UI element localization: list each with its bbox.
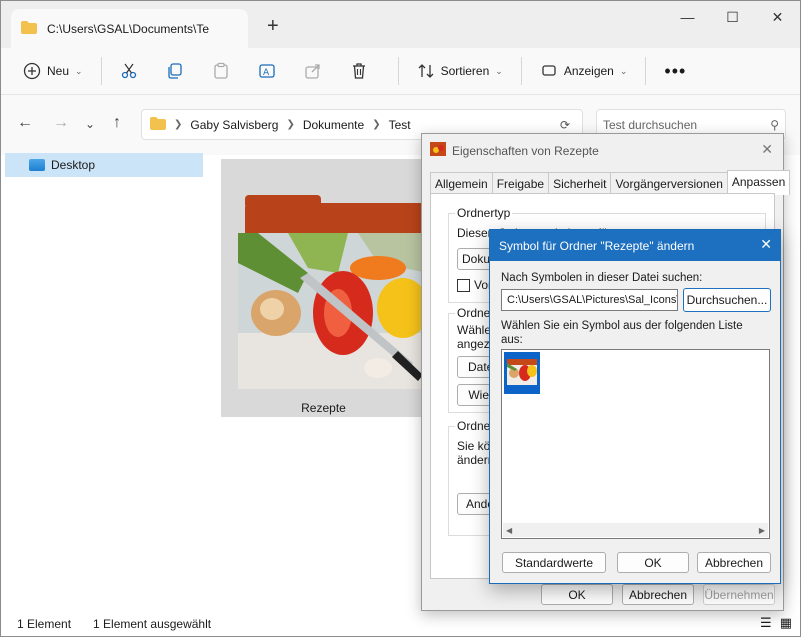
default-values-button[interactable]: Standardwerte <box>502 552 606 573</box>
breadcrumb-item[interactable]: Gaby Salvisberg <box>190 118 278 132</box>
forward-arrow-icon[interactable]: → <box>53 114 69 132</box>
view-icon <box>542 65 556 76</box>
button-label: OK <box>644 555 662 570</box>
button-label: OK <box>568 587 586 602</box>
close-icon[interactable]: ✕ <box>761 141 773 158</box>
breadcrumb-item[interactable]: Dokumente <box>303 118 364 132</box>
search-placeholder: Test durchsuchen <box>603 117 698 132</box>
cancel-button[interactable]: Abbrechen <box>697 552 771 573</box>
delete-icon[interactable] <box>342 54 376 88</box>
toolbar-divider <box>645 57 647 85</box>
button-label: Abbrechen <box>628 587 688 602</box>
breadcrumb-separator-icon: ❯ <box>174 119 183 130</box>
icon-file-path-input[interactable]: C:\Users\GSAL\Pictures\Sal_Icons\ <box>501 289 678 311</box>
folder-item[interactable]: Rezepte <box>221 159 428 417</box>
view-button[interactable]: Anzeigen ⌄ <box>532 54 636 88</box>
copy-icon[interactable] <box>158 54 192 88</box>
up-arrow-icon[interactable]: ↑ <box>113 114 121 132</box>
properties-title: Eigenschaften von Rezepte <box>452 143 599 158</box>
details-view-icon[interactable]: ☰ <box>760 615 772 631</box>
sort-label: Sortieren <box>440 64 490 78</box>
dialog-title: Symbol für Ordner "Rezepte" ändern <box>499 238 695 253</box>
folder-name-label: Rezepte <box>301 401 346 415</box>
item-count: 1 Element <box>17 617 72 631</box>
tiles-view-icon[interactable]: ▦ <box>780 615 792 631</box>
plus-circle-icon <box>23 62 41 80</box>
icon-list-label: Wählen Sie ein Symbol aus der folgenden … <box>501 320 743 332</box>
close-icon[interactable]: ✕ <box>760 236 772 253</box>
search-file-label: Nach Symbolen in dieser Datei suchen: <box>501 272 703 284</box>
rename-icon[interactable]: A <box>250 54 284 88</box>
folder-icon <box>21 20 37 37</box>
close-icon[interactable]: ✕ <box>755 1 800 33</box>
desktop-icon <box>29 159 45 171</box>
scroll-right-icon[interactable]: ▶ <box>759 526 765 535</box>
new-tab-icon[interactable]: + <box>267 15 279 38</box>
minimize-icon[interactable]: — <box>665 1 710 33</box>
button-label: Durchsuchen... <box>686 293 768 307</box>
new-label: Neu <box>47 64 70 78</box>
view-label: Anzeigen <box>563 64 614 78</box>
icon-list-label-continued: aus: <box>501 334 523 346</box>
browse-button[interactable]: Durchsuchen... <box>683 288 771 312</box>
breadcrumb-separator-icon: ❯ <box>286 119 295 130</box>
sort-button[interactable]: Sortieren ⌄ <box>409 54 511 88</box>
more-options-icon[interactable]: ••• <box>656 54 694 88</box>
toolbar-divider <box>520 57 522 85</box>
scroll-left-icon[interactable]: ◀ <box>506 526 512 535</box>
toolbar-divider <box>397 57 399 85</box>
button-label: Abbrechen <box>704 555 764 570</box>
horizontal-scrollbar[interactable]: ◀ ▶ <box>503 523 768 537</box>
paste-icon[interactable] <box>204 54 238 88</box>
chevron-down-icon: ⌄ <box>619 65 628 76</box>
svg-text:A: A <box>263 68 270 78</box>
folder-thumbnail-image <box>238 233 428 389</box>
sort-icon <box>418 64 434 78</box>
recent-chevron-icon[interactable]: ⌄ <box>85 117 95 131</box>
status-bar: 1 Element 1 Element ausgewählt <box>1 611 800 637</box>
icon-list[interactable]: ◀ ▶ <box>501 349 770 539</box>
cancel-button[interactable]: Abbrechen <box>622 584 694 605</box>
chevron-down-icon: ⌄ <box>495 65 503 76</box>
checkbox-box <box>457 278 470 292</box>
search-icon: ⚲ <box>770 117 779 132</box>
ok-button[interactable]: OK <box>617 552 689 573</box>
button-label: Standardwerte <box>514 555 594 570</box>
sidebar-item-label: Desktop <box>51 158 96 172</box>
command-bar: Neu ⌄ A Sortieren ⌄ Anzeigen ⌄ ••• <box>1 48 800 95</box>
sidebar-item-desktop[interactable]: Desktop <box>5 153 203 177</box>
button-label: Übernehmen <box>704 587 774 602</box>
breadcrumb-separator-icon: ❯ <box>372 119 381 130</box>
explorer-tab[interactable]: C:\Users\GSAL\Documents\Te <box>11 9 248 48</box>
folder-icon <box>150 116 166 133</box>
maximize-icon[interactable]: ☐ <box>710 1 755 33</box>
properties-title-bar: Eigenschaften von Rezepte <box>430 142 599 159</box>
tab-title: C:\Users\GSAL\Documents\Te <box>47 21 210 36</box>
dialog-title-bar: Symbol für Ordner "Rezepte" ändern <box>490 230 780 261</box>
group-title: Ordnertyp <box>455 206 513 220</box>
refresh-icon[interactable]: ⟳ <box>560 118 570 132</box>
tab-anpassen[interactable]: Anpassen <box>726 170 791 195</box>
title-bar: C:\Users\GSAL\Documents\Te + — ☐ ✕ <box>1 1 800 48</box>
selection-count: 1 Element ausgewählt <box>93 617 212 631</box>
cut-icon[interactable] <box>112 54 146 88</box>
share-icon[interactable] <box>296 54 330 88</box>
change-icon-dialog: Symbol für Ordner "Rezepte" ändern ✕ Nac… <box>489 229 781 584</box>
apply-button[interactable]: Übernehmen <box>703 584 775 605</box>
vegetables-icon[interactable] <box>504 352 540 394</box>
back-arrow-icon[interactable]: ← <box>17 114 33 132</box>
path-value: C:\Users\GSAL\Pictures\Sal_Icons\ <box>507 294 678 306</box>
window-controls: — ☐ ✕ <box>665 1 800 33</box>
breadcrumb-item[interactable]: Test <box>389 118 411 132</box>
view-switcher: ☰ ▦ <box>760 615 792 631</box>
toolbar-divider <box>100 57 102 85</box>
chevron-down-icon: ⌄ <box>75 65 83 76</box>
new-button[interactable]: Neu ⌄ <box>15 54 91 88</box>
folder-thumbnail-icon <box>430 142 446 159</box>
ok-button[interactable]: OK <box>541 584 613 605</box>
